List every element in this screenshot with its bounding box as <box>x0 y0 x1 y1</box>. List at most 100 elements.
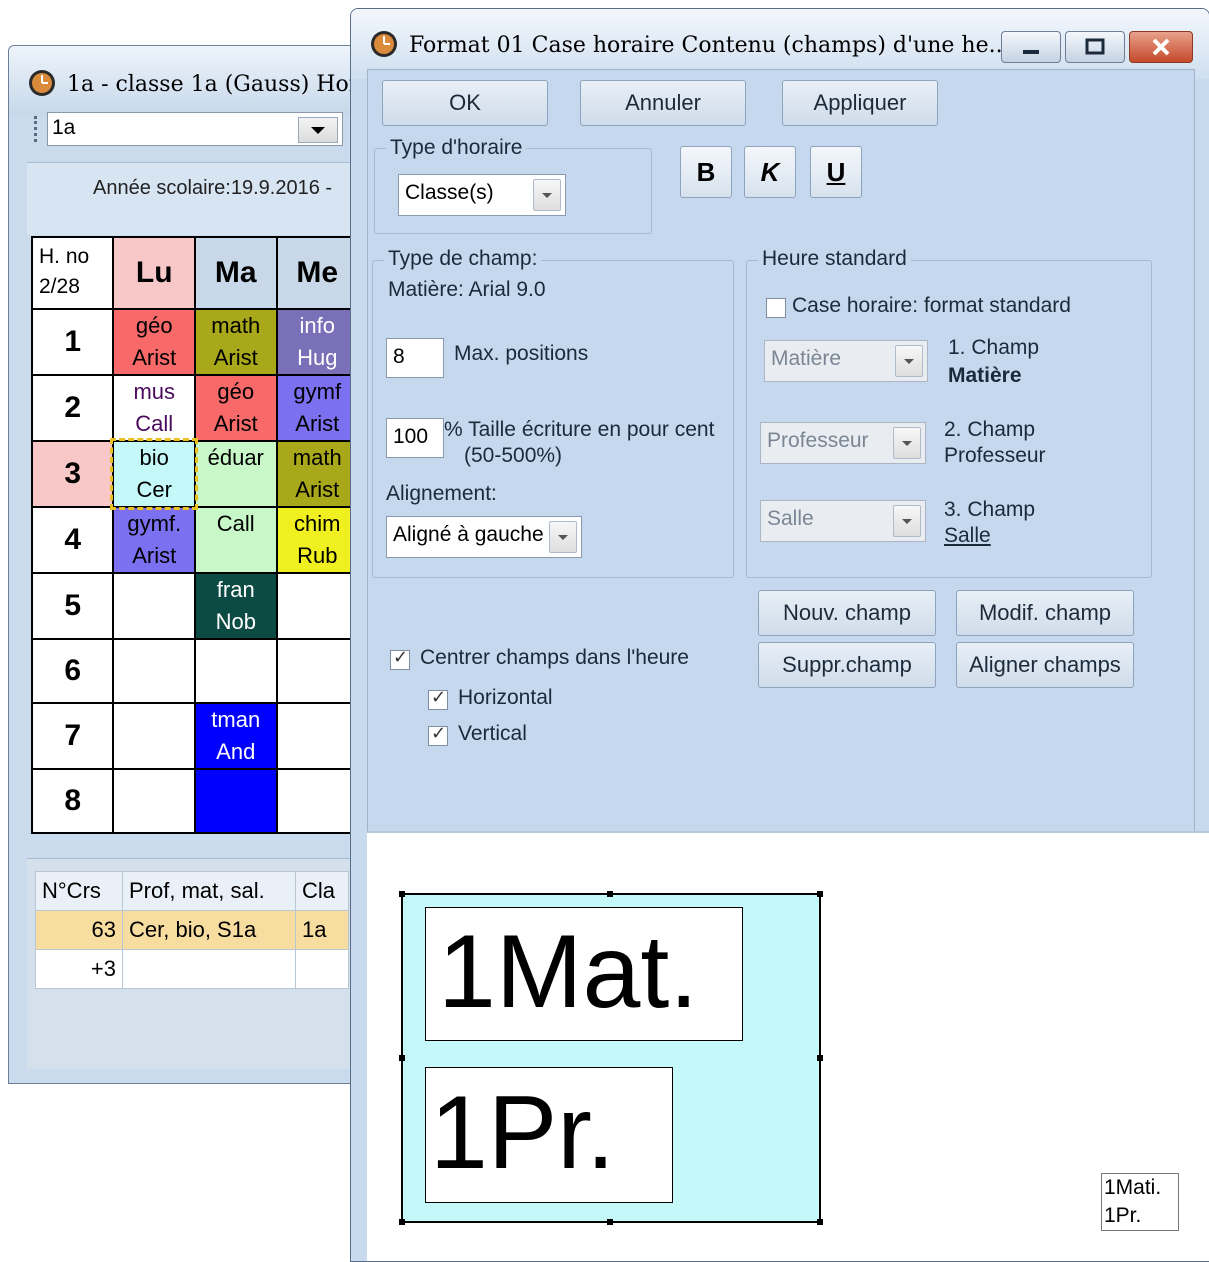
chevron-down-icon <box>311 127 325 134</box>
font-size-value: 100 <box>393 425 429 448</box>
lesson-subject: mus <box>133 379 176 404</box>
font-size-input[interactable]: 100 <box>386 418 444 458</box>
school-year-text: Année scolaire:19.9.2016 - <box>93 177 333 199</box>
lesson-cell[interactable]: math Arist <box>193 308 278 376</box>
hour-number[interactable]: 7 <box>30 702 115 770</box>
italic-button[interactable]: K <box>744 146 796 198</box>
lesson-cell[interactable]: gymf Arist <box>275 374 359 442</box>
class-selector-dropdown-button[interactable] <box>298 117 338 143</box>
resize-handle[interactable] <box>399 891 405 897</box>
lesson-subject: Call <box>216 511 255 536</box>
horizontal-label: Horizontal <box>458 686 553 709</box>
max-positions-input[interactable]: 8 <box>386 338 444 378</box>
ok-button[interactable]: OK <box>382 80 548 126</box>
lesson-cell[interactable]: éduar <box>193 440 278 508</box>
field1-select[interactable]: Matière <box>764 340 928 382</box>
minimize-button[interactable] <box>1001 31 1061 63</box>
new-field-button[interactable]: Nouv. champ <box>758 590 936 636</box>
lesson-cell[interactable] <box>275 572 359 640</box>
preview-field-teacher[interactable]: 1Pr. <box>425 1067 673 1203</box>
dialog-title: Format 01 Case horaire Contenu (champs) … <box>409 33 1010 58</box>
maximize-button[interactable] <box>1065 31 1125 63</box>
hour-number[interactable]: 8 <box>30 768 115 834</box>
resize-handle[interactable] <box>817 1055 823 1061</box>
timetable-row: 6 <box>30 638 359 704</box>
timetable-row: 7 tman And <box>30 702 359 770</box>
hour-number[interactable]: 4 <box>30 506 115 574</box>
preview-cell-box[interactable]: 1Mat. 1Pr. <box>399 891 823 1225</box>
vertical-checkbox[interactable] <box>428 723 448 746</box>
lesson-cell[interactable] <box>193 638 278 704</box>
school-year-header: Année scolaire:19.9.2016 - <box>27 162 359 235</box>
hour-number[interactable]: 6 <box>30 638 115 704</box>
alignment-value: Aligné à gauche <box>393 523 544 546</box>
standard-format-label: Case horaire: format standard <box>792 294 1071 317</box>
preview-field-subject[interactable]: 1Mat. <box>425 907 743 1041</box>
field3-select[interactable]: Salle <box>760 500 926 542</box>
hour-number[interactable]: 5 <box>30 572 115 640</box>
field2-label: 2. Champ <box>944 418 1036 441</box>
lesson-cell[interactable]: géo Arist <box>193 374 278 442</box>
alignment-select[interactable]: Aligné à gauche <box>386 516 582 558</box>
hour-number[interactable]: 3 <box>30 440 115 508</box>
close-button[interactable] <box>1129 31 1193 63</box>
resize-handle[interactable] <box>607 891 613 897</box>
lesson-cell[interactable]: bio Cer <box>110 438 198 510</box>
center-fields-checkbox[interactable] <box>390 647 410 670</box>
course-row[interactable]: +3 <box>35 949 349 989</box>
field2-select[interactable]: Professeur <box>760 422 926 464</box>
cancel-button[interactable]: Annuler <box>580 80 746 126</box>
lesson-cell[interactable] <box>275 768 359 834</box>
lesson-cell[interactable]: tman And <box>193 702 278 770</box>
lesson-cell[interactable] <box>193 768 278 834</box>
bold-button[interactable]: B <box>680 146 732 198</box>
lesson-cell[interactable] <box>275 638 359 704</box>
day-header-lu[interactable]: Lu <box>112 236 196 310</box>
delete-field-button[interactable]: Suppr.champ <box>758 642 936 688</box>
underline-button[interactable]: U <box>810 146 862 198</box>
timetable-title-bar[interactable]: 1a - classe 1a (Gauss) Hora <box>9 46 359 116</box>
schedule-type-value: Classe(s) <box>405 181 494 204</box>
resize-handle[interactable] <box>399 1055 405 1061</box>
lesson-cell[interactable]: Call <box>193 506 278 574</box>
lesson-cell[interactable]: math Arist <box>275 440 359 508</box>
center-fields-label: Centrer champs dans l'heure <box>420 646 689 669</box>
course-col-header[interactable]: Prof, mat, sal. <box>122 871 296 911</box>
apply-button[interactable]: Appliquer <box>782 80 938 126</box>
lesson-cell[interactable]: mus Call <box>112 374 196 442</box>
class-selector[interactable]: 1a <box>47 112 343 146</box>
lesson-cell[interactable]: géo Arist <box>112 308 196 376</box>
mini-preview-line2: 1Pr. <box>1104 1204 1142 1227</box>
schedule-type-select[interactable]: Classe(s) <box>398 174 566 216</box>
hour-number[interactable]: 2 <box>30 374 115 442</box>
toolbar-grip[interactable] <box>34 116 40 142</box>
standard-format-checkbox[interactable] <box>766 298 786 318</box>
timetable-window: 1a - classe 1a (Gauss) Hora 1a Année sco… <box>8 45 360 1084</box>
lesson-cell[interactable]: info Hug <box>275 308 359 376</box>
lesson-cell[interactable] <box>275 702 359 770</box>
course-col-header[interactable]: N°Crs <box>35 871 123 911</box>
align-fields-button[interactable]: Aligner champs <box>956 642 1134 688</box>
lesson-subject: gymf <box>293 379 342 404</box>
day-header-ma[interactable]: Ma <box>193 236 278 310</box>
lesson-cell[interactable] <box>112 768 196 834</box>
close-icon <box>1152 38 1170 56</box>
resize-handle[interactable] <box>399 1219 405 1225</box>
modify-field-button[interactable]: Modif. champ <box>956 590 1134 636</box>
course-col-header[interactable]: Cla <box>295 871 349 911</box>
course-row[interactable]: 63 Cer, bio, S1a 1a <box>35 910 349 950</box>
horizontal-checkbox[interactable] <box>428 687 448 710</box>
lesson-cell[interactable]: fran Nob <box>193 572 278 640</box>
resize-handle[interactable] <box>607 1219 613 1225</box>
lesson-cell[interactable] <box>112 702 196 770</box>
resize-handle[interactable] <box>817 891 823 897</box>
resize-handle[interactable] <box>817 1219 823 1225</box>
hour-number[interactable]: 1 <box>30 308 115 376</box>
lesson-cell[interactable]: gymf. Arist <box>112 506 196 574</box>
day-header-me[interactable]: Me <box>275 236 359 310</box>
lesson-teacher: Rub <box>297 543 338 568</box>
lesson-cell[interactable]: chim Rub <box>275 506 359 574</box>
lesson-cell[interactable] <box>112 572 196 640</box>
lesson-cell[interactable] <box>112 638 196 704</box>
lesson-teacher: Arist <box>213 411 258 436</box>
